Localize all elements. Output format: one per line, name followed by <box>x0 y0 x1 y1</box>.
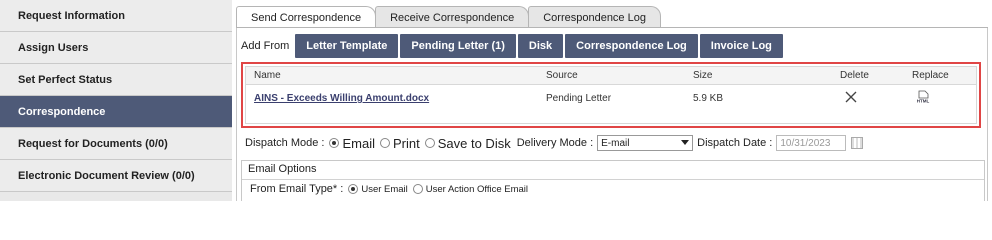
replace-html-icon[interactable]: HTML <box>915 90 931 104</box>
divider <box>242 179 984 180</box>
from-email-type-row: From Email Type* : User Email User Actio… <box>250 183 528 195</box>
dispatch-save-to-disk-radio[interactable] <box>424 138 435 148</box>
add-from-label: Add From <box>241 40 290 52</box>
html-icon-text: HTML <box>917 99 930 104</box>
email-options-panel: Email Options From Email Type* : User Em… <box>241 160 985 201</box>
from-email-type-label: From Email Type* : <box>250 183 344 195</box>
sidebar-item-request-information[interactable]: Request Information <box>0 0 232 32</box>
delivery-mode-select[interactable]: E-mail <box>597 135 694 151</box>
column-header-name: Name <box>254 70 281 81</box>
file-table-header: Name Source Size Delete Replace <box>246 67 976 85</box>
dispatch-row: Dispatch Mode : Email Print Save to Disk… <box>245 134 864 152</box>
file-table: Name Source Size Delete Replace AINS - E… <box>245 66 977 124</box>
column-header-size: Size <box>693 70 713 81</box>
chevron-down-icon <box>681 140 690 145</box>
dispatch-date-label: Dispatch Date : <box>697 137 773 149</box>
column-header-source: Source <box>546 70 578 81</box>
file-name-link[interactable]: AINS - Exceeds Willing Amount.docx <box>254 93 429 104</box>
user-email-label: User Email <box>361 183 408 195</box>
sidebar-item-label: Set Perfect Status <box>18 73 113 86</box>
sidebar-item-label: Assign Users <box>18 41 89 54</box>
calendar-icon[interactable] <box>851 137 864 149</box>
column-header-replace: Replace <box>912 70 949 81</box>
correspondence-log-button[interactable]: Correspondence Log <box>565 34 698 58</box>
sidebar-item-set-perfect-status[interactable]: Set Perfect Status <box>0 64 232 96</box>
pending-letter-button[interactable]: Pending Letter (1) <box>400 34 516 58</box>
sidebar-item-electronic-document-review[interactable]: Electronic Document Review (0/0) <box>0 160 232 192</box>
tab-send-correspondence[interactable]: Send Correspondence <box>236 6 377 29</box>
dispatch-date-input[interactable]: 10/31/2023 <box>776 135 847 151</box>
table-row: AINS - Exceeds Willing Amount.docx Pendi… <box>246 86 976 110</box>
file-source: Pending Letter <box>546 93 612 104</box>
sidebar-item-assign-users[interactable]: Assign Users <box>0 32 232 64</box>
delivery-mode-value: E-mail <box>601 137 630 149</box>
sidebar-item-label: Correspondence <box>18 105 106 118</box>
dispatch-email-label: Email <box>342 135 375 151</box>
dispatch-print-radio[interactable] <box>380 138 390 148</box>
user-email-radio[interactable] <box>348 184 359 194</box>
delivery-mode-label: Delivery Mode : <box>516 137 594 149</box>
tab-receive-correspondence[interactable]: Receive Correspondence <box>375 6 530 28</box>
delete-x-icon[interactable] <box>844 90 858 104</box>
tab-bar: Send Correspondence Receive Corresponden… <box>236 6 661 29</box>
tab-correspondence-log[interactable]: Correspondence Log <box>528 6 661 28</box>
sidebar-nav: Request Information Assign Users Set Per… <box>0 0 232 201</box>
email-options-title: Email Options <box>248 163 317 175</box>
add-from-toolbar: Add From Letter Template Pending Letter … <box>241 34 785 58</box>
dispatch-email-radio[interactable] <box>329 138 340 148</box>
user-action-office-email-label: User Action Office Email <box>425 183 529 195</box>
dispatch-save-to-disk-label: Save to Disk <box>437 135 511 151</box>
sidebar-item-label: Electronic Document Review (0/0) <box>18 169 195 182</box>
sidebar-item-label: Request for Documents (0/0) <box>18 137 168 150</box>
dispatch-date-value: 10/31/2023 <box>780 137 831 149</box>
attached-files-box: Name Source Size Delete Replace AINS - E… <box>241 62 981 128</box>
send-correspondence-panel: Add From Letter Template Pending Letter … <box>236 28 988 201</box>
file-size: 5.9 KB <box>693 93 724 104</box>
letter-template-button[interactable]: Letter Template <box>295 34 399 58</box>
dispatch-mode-label: Dispatch Mode : <box>245 137 325 149</box>
disk-button[interactable]: Disk <box>517 34 564 58</box>
user-action-office-email-radio[interactable] <box>412 184 423 194</box>
column-header-delete: Delete <box>840 70 869 81</box>
sidebar-item-label: Request Information <box>18 9 125 22</box>
dispatch-print-label: Print <box>393 135 420 151</box>
sidebar-item-request-for-documents[interactable]: Request for Documents (0/0) <box>0 128 232 160</box>
invoice-log-button[interactable]: Invoice Log <box>699 34 783 58</box>
main-panel: Send Correspondence Receive Corresponden… <box>232 0 992 201</box>
sidebar-item-correspondence[interactable]: Correspondence <box>0 96 232 128</box>
